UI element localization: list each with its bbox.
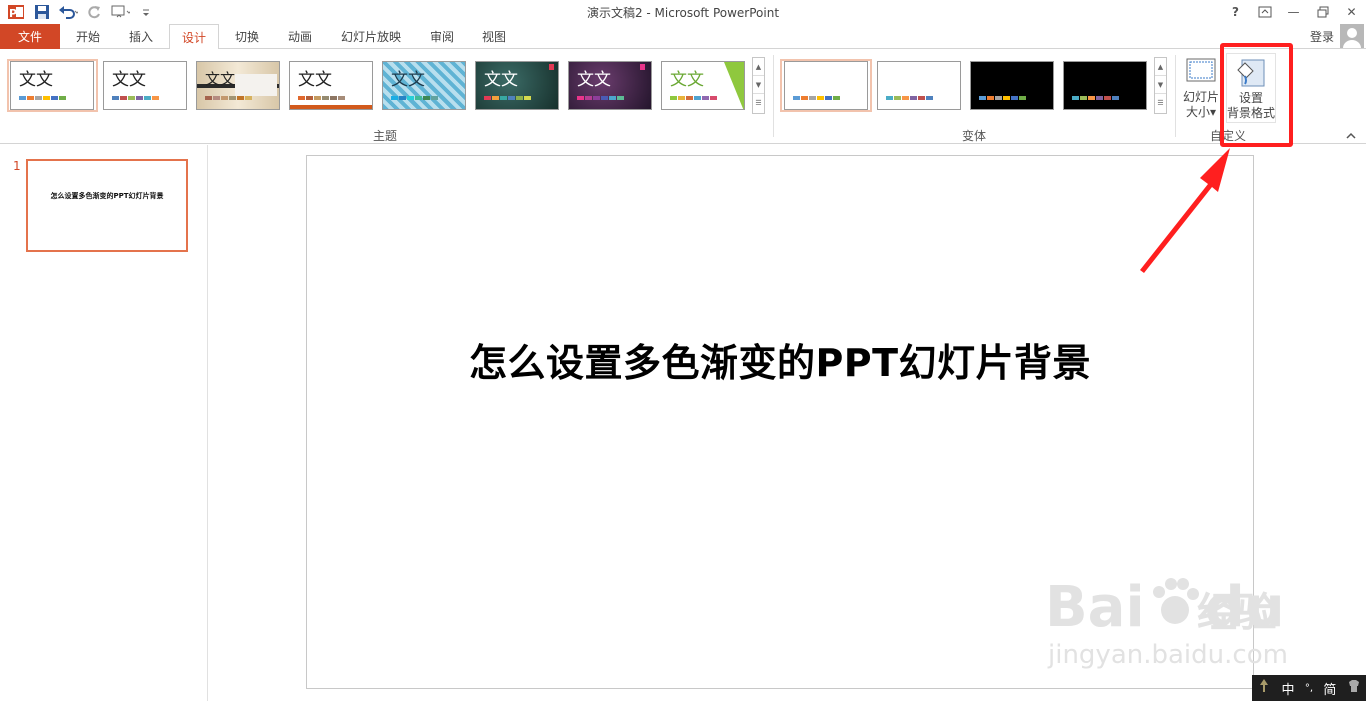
group-separator bbox=[1175, 55, 1176, 137]
theme-thumb-text: 文文 bbox=[577, 70, 611, 90]
login-link[interactable]: 登录 bbox=[1310, 28, 1334, 45]
variant-color-swatches bbox=[1072, 96, 1119, 100]
ribbon-tabs: 文件 开始 插入 设计 切换 动画 幻灯片放映 审阅 视图 登录 bbox=[0, 24, 1366, 50]
gallery-more-icon[interactable]: ☰ bbox=[1155, 94, 1166, 112]
window-controls: ? — ✕ bbox=[1221, 0, 1366, 24]
gallery-more-icon[interactable]: ☰ bbox=[753, 94, 764, 112]
slides-pane: 1 怎么设置多色渐变的PPT幻灯片背景 bbox=[0, 145, 208, 701]
minimize-button[interactable]: — bbox=[1279, 0, 1308, 24]
tab-file[interactable]: 文件 bbox=[0, 24, 60, 49]
theme-thumb-text: 文文 bbox=[391, 70, 425, 90]
avatar[interactable] bbox=[1340, 24, 1364, 48]
slide-number: 1 bbox=[13, 159, 21, 173]
title-bar: P 演示文稿2 - Microsoft PowerPoint ? — ✕ bbox=[0, 0, 1366, 24]
collapse-ribbon-icon[interactable] bbox=[1346, 129, 1356, 143]
ime-mode[interactable]: 简 bbox=[1323, 679, 1336, 698]
restore-button[interactable] bbox=[1308, 0, 1337, 24]
slide-size-label-1: 幻灯片 bbox=[1182, 90, 1219, 104]
tab-slideshow[interactable]: 幻灯片放映 bbox=[330, 24, 412, 49]
watermark-cn: 经验 bbox=[1197, 590, 1277, 636]
tab-animations[interactable]: 动画 bbox=[274, 24, 326, 49]
theme-green[interactable]: 文文 bbox=[661, 61, 745, 110]
theme-wood[interactable]: 文文 bbox=[196, 61, 280, 110]
scroll-up-icon[interactable]: ▲ bbox=[753, 58, 764, 76]
close-button[interactable]: ✕ bbox=[1337, 0, 1366, 24]
ime-logo-icon bbox=[1257, 678, 1271, 698]
themes-group-label: 主题 bbox=[373, 129, 398, 143]
variant-3[interactable] bbox=[970, 61, 1054, 110]
variant-2[interactable] bbox=[877, 61, 961, 110]
design-ribbon: 文文 文文 文文 文文 文文 文文 文文 文文 ▲ ▼ ☰ 主题 ▲ ▼ ☰ 变… bbox=[0, 49, 1366, 144]
slide-thumbnail[interactable]: 怎么设置多色渐变的PPT幻灯片背景 bbox=[26, 159, 188, 252]
tab-design[interactable]: 设计 bbox=[169, 24, 219, 50]
slide-title[interactable]: 怎么设置多色渐变的PPT幻灯片背景 bbox=[307, 332, 1253, 387]
theme-color-swatches bbox=[670, 96, 717, 100]
variant-color-swatches bbox=[793, 96, 840, 100]
variant-4[interactable] bbox=[1063, 61, 1147, 110]
ime-skin-icon[interactable] bbox=[1347, 679, 1361, 697]
variant-color-swatches bbox=[886, 96, 933, 100]
slide-size-icon bbox=[1186, 58, 1216, 82]
variants-group-label: 变体 bbox=[962, 129, 987, 143]
theme-thumb-text: 文文 bbox=[112, 70, 146, 90]
variant-color-swatches bbox=[979, 96, 1026, 100]
theme-thumb-text: 文文 bbox=[484, 70, 518, 90]
tab-insert[interactable]: 插入 bbox=[114, 24, 168, 49]
theme-office[interactable]: 文文 bbox=[10, 61, 94, 110]
scroll-down-icon[interactable]: ▼ bbox=[753, 76, 764, 94]
variants-gallery-scroll[interactable]: ▲ ▼ ☰ bbox=[1154, 57, 1167, 114]
highlight-box bbox=[1220, 43, 1293, 147]
theme-thumb-text: 文文 bbox=[670, 70, 704, 90]
powerpoint-window: P 演示文稿2 - Microsoft PowerPoint ? — ✕ 文件 … bbox=[0, 0, 1366, 701]
theme-color-swatches bbox=[112, 96, 159, 100]
help-button[interactable]: ? bbox=[1221, 0, 1250, 24]
theme-color-swatches bbox=[391, 96, 438, 100]
slide-size-button[interactable]: 幻灯片 大小▾ bbox=[1181, 53, 1221, 123]
slide-thumbnail-title: 怎么设置多色渐变的PPT幻灯片背景 bbox=[50, 192, 164, 200]
group-separator bbox=[773, 55, 774, 137]
theme-thumb-text: 文文 bbox=[205, 70, 236, 88]
theme-color-swatches bbox=[577, 96, 624, 100]
theme-dark-teal[interactable]: 文文 bbox=[475, 61, 559, 110]
variant-1[interactable] bbox=[784, 61, 868, 110]
theme-purple[interactable]: 文文 bbox=[568, 61, 652, 110]
window-title: 演示文稿2 - Microsoft PowerPoint bbox=[586, 6, 780, 20]
scroll-down-icon[interactable]: ▼ bbox=[1155, 76, 1166, 94]
paw-icon bbox=[1145, 576, 1205, 626]
theme-thumb-text: 文文 bbox=[19, 70, 53, 90]
watermark-url: jingyan.baidu.com bbox=[1048, 640, 1288, 670]
theme-pattern[interactable]: 文文 bbox=[382, 61, 466, 110]
scroll-up-icon[interactable]: ▲ bbox=[1155, 58, 1166, 76]
tab-review[interactable]: 审阅 bbox=[416, 24, 468, 49]
tab-transitions[interactable]: 切换 bbox=[222, 24, 272, 49]
theme-integral[interactable]: 文文 bbox=[289, 61, 373, 110]
theme-color-swatches bbox=[484, 96, 531, 100]
ime-punctuation-icon[interactable]: °, bbox=[1305, 683, 1313, 694]
ribbon-display-options-icon[interactable] bbox=[1250, 0, 1279, 24]
slide-size-label-2: 大小▾ bbox=[1185, 105, 1217, 119]
ime-toolbar[interactable]: 中 °, 简 bbox=[1252, 675, 1366, 701]
theme-office-2[interactable]: 文文 bbox=[103, 61, 187, 110]
theme-thumb-text: 文文 bbox=[298, 70, 332, 90]
tab-home[interactable]: 开始 bbox=[62, 24, 114, 49]
theme-color-swatches bbox=[19, 96, 66, 100]
ime-lang[interactable]: 中 bbox=[1282, 679, 1295, 698]
theme-color-swatches bbox=[298, 96, 345, 100]
themes-gallery-scroll[interactable]: ▲ ▼ ☰ bbox=[752, 57, 765, 114]
annotation-arrow-icon bbox=[1140, 148, 1230, 273]
theme-color-swatches bbox=[205, 96, 252, 100]
tab-view[interactable]: 视图 bbox=[468, 24, 520, 49]
